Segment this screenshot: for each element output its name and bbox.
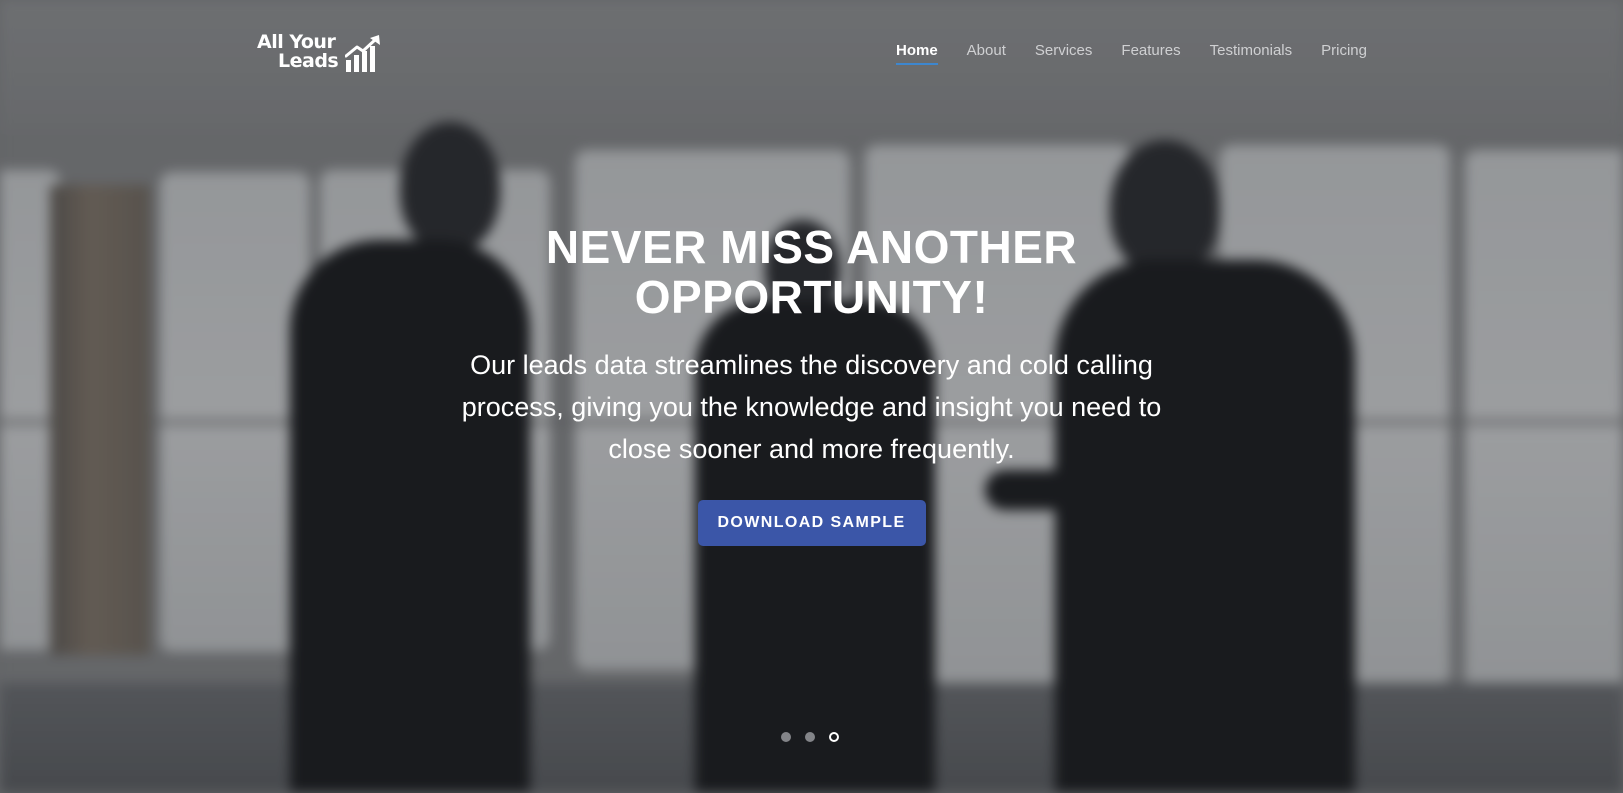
carousel-dot-1[interactable] (781, 732, 791, 742)
carousel-dot-3[interactable] (829, 732, 839, 742)
download-sample-button[interactable]: DOWNLOAD SAMPLE (697, 500, 926, 546)
hero-headline-line1: NEVER MISS ANOTHER (545, 221, 1078, 273)
hero-section: All Your Leads Home About Services Featu… (0, 0, 1623, 793)
main-nav: Home About Services Features Testimonial… (895, 42, 1367, 65)
hero-headline-line2: OPPORTUNITY! (634, 271, 989, 323)
brand-logo[interactable]: All Your Leads (257, 30, 385, 76)
nav-link-home[interactable]: Home (895, 42, 938, 65)
nav-link-features[interactable]: Features (1121, 42, 1180, 65)
hero-subtext: Our leads data streamlines the discovery… (461, 350, 1162, 464)
nav-link-services[interactable]: Services (1035, 42, 1093, 65)
nav-link-testimonials[interactable]: Testimonials (1210, 42, 1293, 65)
hero-headline: NEVER MISS ANOTHER OPPORTUNITY! (462, 222, 1162, 322)
hero-content: NEVER MISS ANOTHER OPPORTUNITY! Our lead… (0, 222, 1623, 546)
carousel-indicators (781, 732, 839, 742)
brand-name-line1: All Your (257, 31, 336, 53)
brand-name-line2: Leads (278, 50, 339, 72)
rising-bar-chart-arrow-icon (345, 35, 380, 72)
carousel-dot-2[interactable] (805, 732, 815, 742)
nav-link-pricing[interactable]: Pricing (1321, 42, 1367, 65)
nav-link-about[interactable]: About (967, 42, 1006, 65)
